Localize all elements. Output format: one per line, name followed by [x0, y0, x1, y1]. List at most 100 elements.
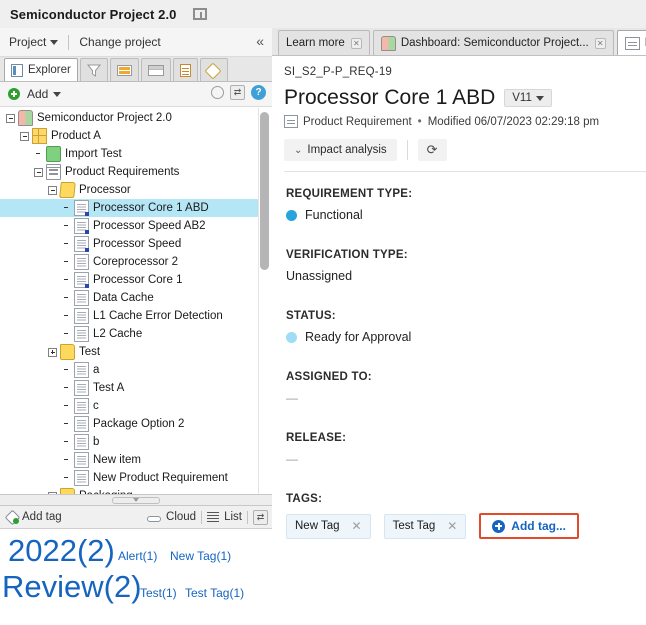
change-project-link[interactable]: Change project	[79, 35, 160, 49]
tree-item-label: a	[93, 364, 99, 376]
tag-chip[interactable]: Test Tag ✕	[384, 514, 467, 539]
tree-item[interactable]: Test A	[0, 379, 258, 397]
version-dropdown[interactable]: V11	[504, 89, 552, 107]
document-icon	[74, 326, 89, 342]
tree-spacer	[62, 240, 71, 249]
cloud-tag[interactable]: Test(1)	[140, 586, 177, 600]
divider	[407, 140, 408, 160]
add-chevron-down-icon[interactable]	[53, 92, 61, 97]
content-panel: Learn more ✕ Dashboard: Semiconductor Pr…	[272, 28, 646, 625]
tree-item[interactable]: New Product Requirement	[0, 469, 258, 487]
tag-chip[interactable]: New Tag✕	[286, 514, 371, 539]
add-tag-action[interactable]: Add tag	[6, 511, 62, 524]
field-label: STATUS:	[286, 310, 646, 322]
tree-item[interactable]: b	[0, 433, 258, 451]
add-bar: Add ⇄ ?	[0, 82, 272, 107]
list-view-label[interactable]: List	[224, 511, 242, 523]
tab-grid[interactable]	[110, 58, 139, 81]
tree-item[interactable]: Coreprocessor 2	[0, 253, 258, 271]
window-icon	[148, 65, 164, 76]
cloud-tag[interactable]: Alert(1)	[118, 549, 157, 563]
field-value: —	[286, 452, 646, 466]
tree-scrollbar-thumb[interactable]	[260, 112, 269, 270]
status-bullet-icon	[286, 332, 297, 343]
remove-tag-icon[interactable]: ✕	[447, 519, 457, 533]
tab-window[interactable]	[141, 58, 171, 81]
collapse-toggle-icon[interactable]	[20, 132, 29, 141]
refresh-button[interactable]: ⟳	[418, 139, 447, 161]
field-label: ASSIGNED TO:	[286, 371, 646, 383]
close-icon[interactable]: ✕	[595, 38, 606, 49]
list-icon	[207, 512, 219, 522]
divider	[68, 35, 69, 50]
tree-item[interactable]: Processor Speed AB2	[0, 217, 258, 235]
splitter-grip[interactable]	[112, 497, 160, 504]
tree-item[interactable]: c	[0, 397, 258, 415]
folder-icon	[60, 344, 75, 360]
tree-item[interactable]: Product A	[0, 127, 258, 145]
tree-item[interactable]: New item	[0, 451, 258, 469]
cloud-tag[interactable]: Test Tag(1)	[185, 586, 244, 600]
cloud-tag[interactable]: 2022(2)	[8, 533, 115, 569]
tab-explorer[interactable]: Explorer	[4, 58, 78, 81]
tree-item[interactable]: Package Option 2	[0, 415, 258, 433]
tree-item[interactable]: a	[0, 361, 258, 379]
tree-item[interactable]: Product Requirements	[0, 163, 258, 181]
tab-dashboard[interactable]: Dashboard: Semiconductor Project... ✕	[373, 30, 614, 55]
sync-icon[interactable]: ⇄	[230, 85, 245, 100]
tree-item[interactable]: Processor	[0, 181, 258, 199]
tree-spacer	[62, 204, 71, 213]
tab-product[interactable]: Produ	[617, 30, 646, 55]
window-layout-icon[interactable]	[193, 8, 207, 20]
tag-refresh-icon[interactable]: ⇄	[253, 510, 268, 525]
expand-toggle-icon[interactable]	[48, 348, 57, 357]
collapse-toggle-icon[interactable]	[48, 186, 57, 195]
tree-item[interactable]: L2 Cache	[0, 325, 258, 343]
tree-item-label: Package Option 2	[93, 418, 184, 430]
add-plus-icon[interactable]	[8, 88, 20, 100]
impact-analysis-button[interactable]: ⌄ Impact analysis	[284, 139, 397, 161]
project-icon	[381, 36, 396, 51]
tab-filter[interactable]	[80, 58, 108, 81]
tag-cloud-panel: Add tag Cloud List ⇄ 2022(2)Alert(1) New …	[0, 506, 272, 625]
project-bar: Project Change project «	[0, 28, 272, 57]
tag-chip-label: Test Tag	[393, 520, 436, 532]
project-menu[interactable]: Project	[9, 35, 58, 49]
tree-item[interactable]: Processor Core 1	[0, 271, 258, 289]
tab-tags[interactable]	[200, 58, 228, 81]
tab-learn-more[interactable]: Learn more ✕	[278, 30, 370, 55]
add-tag-button[interactable]: Add tag...	[482, 516, 576, 536]
requirement-id: SI_S2_P-P_REQ-19	[284, 66, 646, 78]
tag-panel-toolbar: Add tag Cloud List ⇄	[0, 506, 272, 529]
cloud-view-label[interactable]: Cloud	[166, 511, 196, 523]
tab-clipboard[interactable]	[173, 58, 198, 81]
tree-item[interactable]: Processor Speed	[0, 235, 258, 253]
collapse-toggle-icon[interactable]	[34, 168, 43, 177]
panel-tab-strip: Explorer	[0, 57, 272, 82]
collapse-toggle-icon[interactable]	[6, 114, 15, 123]
document-linked-icon	[74, 272, 89, 288]
tree-item[interactable]: Test	[0, 343, 258, 361]
tree-item[interactable]: L1 Cache Error Detection	[0, 307, 258, 325]
panel-splitter[interactable]	[0, 494, 272, 506]
tree-item[interactable]: Import Test	[0, 145, 258, 163]
tree-item-label: Processor	[79, 184, 131, 196]
document-icon	[74, 362, 89, 378]
cloud-tag[interactable]: New Tag(1)	[170, 549, 231, 563]
gear-icon[interactable]	[211, 86, 224, 99]
document-icon	[74, 416, 89, 432]
help-icon[interactable]: ?	[251, 85, 266, 100]
remove-tag-icon[interactable]: ✕	[352, 519, 362, 533]
add-tag-highlight: Add tag...	[479, 513, 579, 539]
cloud-tag[interactable]: Review(2)	[2, 569, 142, 605]
add-button-label[interactable]: Add	[27, 87, 48, 101]
tree-scrollbar[interactable]	[258, 108, 271, 495]
close-icon[interactable]: ✕	[351, 38, 362, 49]
tree-item[interactable]: Semiconductor Project 2.0	[0, 109, 258, 127]
status-bullet-icon	[286, 210, 297, 221]
collapse-panel-icon[interactable]: «	[256, 34, 264, 48]
tree-spacer	[62, 384, 71, 393]
tree-item[interactable]: Processor Core 1 ABD	[0, 199, 258, 217]
tree-item[interactable]: Data Cache	[0, 289, 258, 307]
tree-item-label: Test A	[93, 382, 124, 394]
